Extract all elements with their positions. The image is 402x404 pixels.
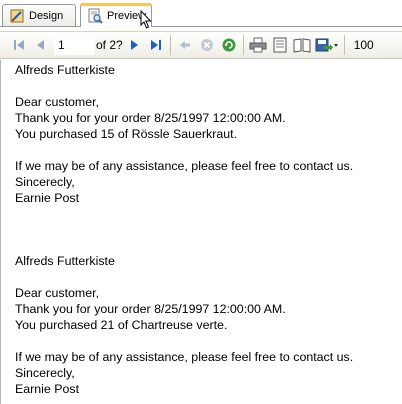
mouse-cursor-icon xyxy=(140,9,152,34)
first-page-button[interactable] xyxy=(8,34,30,56)
export-button[interactable] xyxy=(313,34,341,56)
next-page-icon xyxy=(130,40,138,50)
page-setup-icon xyxy=(293,38,311,53)
export-icon xyxy=(315,38,338,52)
back-button[interactable] xyxy=(174,34,196,56)
zoom-level[interactable]: 100 xyxy=(354,38,374,52)
tab-strip-divider xyxy=(0,26,402,27)
first-page-icon xyxy=(14,40,24,50)
refresh-icon xyxy=(222,38,236,52)
tab-strip: Design Preview xyxy=(0,0,402,27)
prev-page-icon xyxy=(37,40,44,50)
tab-design[interactable]: Design xyxy=(2,4,76,27)
assistance-line: If we may be of any assistance, please f… xyxy=(15,159,354,173)
next-page-button[interactable] xyxy=(123,34,145,56)
last-page-icon xyxy=(150,40,161,50)
back-icon xyxy=(179,41,190,49)
stop-icon xyxy=(200,39,213,51)
stop-button[interactable] xyxy=(196,34,218,56)
print-icon xyxy=(249,37,267,53)
company-name: Alfreds Futterkiste xyxy=(15,254,115,268)
toolbar-separator xyxy=(343,35,345,55)
preview-icon xyxy=(87,8,103,24)
assistance-line: If we may be of any assistance, please f… xyxy=(15,350,354,364)
toolbar-separator xyxy=(242,35,244,55)
print-layout-button[interactable] xyxy=(269,34,291,56)
letter-2: Alfreds Futterkiste Dear customer, Thank… xyxy=(15,253,353,397)
page-setup-button[interactable] xyxy=(291,34,313,56)
closing: Sincerecly, xyxy=(15,175,75,189)
letter-1: Alfreds Futterkiste Dear customer, Thank… xyxy=(15,62,353,206)
order-thanks: Thank you for your order 8/25/1997 12:00… xyxy=(15,302,286,316)
toolbar-separator xyxy=(169,35,171,55)
prev-page-button[interactable] xyxy=(30,34,52,56)
design-icon xyxy=(9,8,25,24)
page-total-label: of 2? xyxy=(96,38,123,52)
page-number-input[interactable] xyxy=(54,35,94,55)
print-button[interactable] xyxy=(247,34,269,56)
purchase-line: You purchased 15 of Rössle Sauerkraut. xyxy=(15,127,238,141)
company-name: Alfreds Futterkiste xyxy=(15,63,115,77)
greeting: Dear customer, xyxy=(15,95,100,109)
print-layout-icon xyxy=(273,37,287,53)
purchase-line: You purchased 21 of Chartreuse verte. xyxy=(15,318,228,332)
greeting: Dear customer, xyxy=(15,286,100,300)
report-preview-area: Alfreds Futterkiste Dear customer, Thank… xyxy=(0,60,402,404)
last-page-button[interactable] xyxy=(145,34,167,56)
signature: Earnie Post xyxy=(15,382,80,396)
signature: Earnie Post xyxy=(15,191,80,205)
closing: Sincerecly, xyxy=(15,366,75,380)
preview-toolbar: of 2? xyxy=(0,31,402,59)
refresh-button[interactable] xyxy=(218,34,240,56)
order-thanks: Thank you for your order 8/25/1997 12:00… xyxy=(15,111,286,125)
tab-design-label: Design xyxy=(29,10,64,22)
